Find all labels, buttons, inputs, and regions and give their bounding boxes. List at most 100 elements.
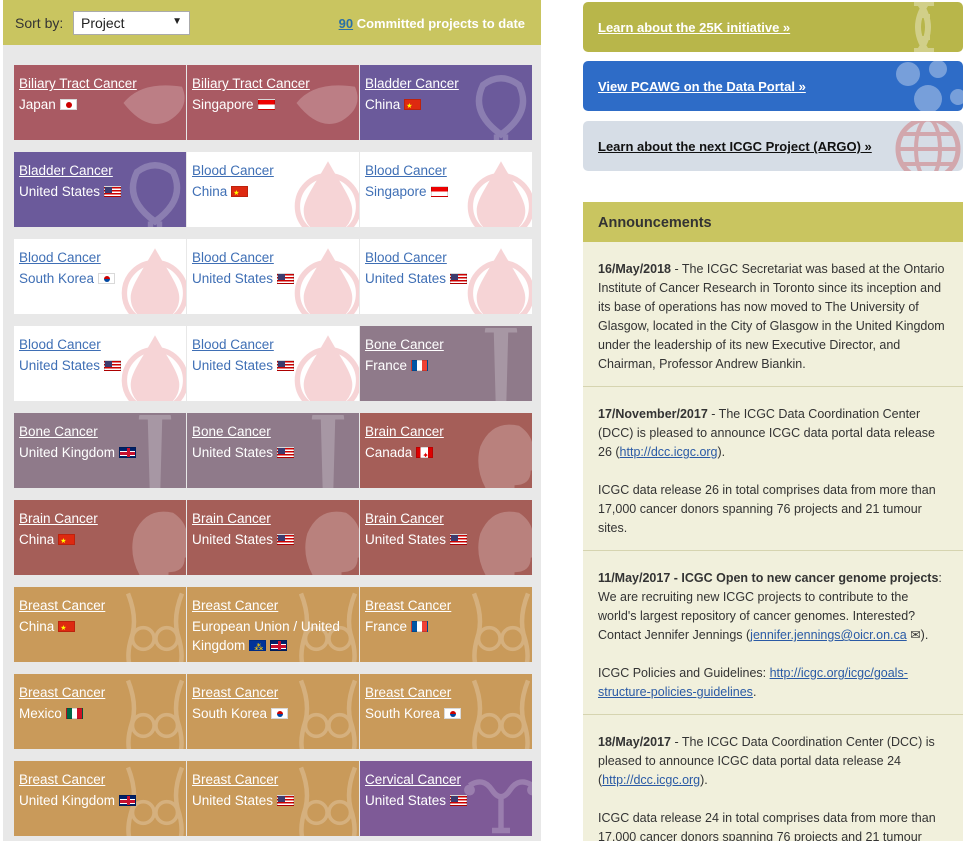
project-tile[interactable]: Bone Cancer France bbox=[360, 326, 532, 401]
pcawg-link[interactable]: View PCAWG on the Data Portal » bbox=[598, 79, 806, 94]
project-cancer-link[interactable]: Breast Cancer bbox=[365, 685, 451, 700]
mx-flag-icon bbox=[65, 708, 83, 719]
kr-flag-icon bbox=[271, 708, 289, 719]
us-flag-icon bbox=[450, 273, 468, 284]
project-tile[interactable]: Brain Cancer United States bbox=[360, 500, 532, 575]
pcawg-button[interactable]: View PCAWG on the Data Portal » bbox=[583, 61, 963, 111]
us-flag-icon bbox=[104, 360, 122, 371]
project-cancer-link[interactable]: Brain Cancer bbox=[365, 424, 444, 439]
email-link[interactable]: jennifer.jennings@oicr.on.ca bbox=[750, 628, 907, 642]
us-flag-icon bbox=[277, 447, 295, 458]
initiative-link[interactable]: Learn about the 25K initiative » bbox=[598, 20, 790, 35]
project-tile[interactable]: Blood Cancer United States bbox=[360, 239, 532, 314]
project-country: United States bbox=[192, 445, 274, 460]
dcc-link[interactable]: http://dcc.icgc.org bbox=[620, 445, 718, 459]
project-tile[interactable]: Blood Cancer United States bbox=[187, 326, 359, 401]
project-country: Singapore bbox=[192, 97, 254, 112]
project-tile[interactable]: Breast Cancer United States bbox=[187, 761, 359, 836]
gb-flag-icon bbox=[119, 795, 137, 806]
project-cancer-link[interactable]: Blood Cancer bbox=[192, 250, 274, 265]
project-tile[interactable]: Breast Cancer Mexico bbox=[14, 674, 186, 749]
project-cancer-link[interactable]: Blood Cancer bbox=[365, 250, 447, 265]
policies-tail: . bbox=[752, 685, 757, 699]
project-cancer-link[interactable]: Biliary Tract Cancer bbox=[19, 76, 137, 91]
announcement-item: 17/November/2017 - The ICGC Data Coordin… bbox=[583, 387, 963, 551]
project-tile[interactable]: Breast Cancer United Kingdom bbox=[14, 761, 186, 836]
project-country: South Korea bbox=[19, 271, 95, 286]
project-cancer-link[interactable]: Brain Cancer bbox=[365, 511, 444, 526]
project-cancer-link[interactable]: Blood Cancer bbox=[19, 337, 101, 352]
announcement-item: 18/May/2017 - The ICGC Data Coordination… bbox=[583, 715, 963, 841]
jp-flag-icon bbox=[59, 99, 77, 110]
announcement-detail: ICGC data release 26 in total comprises … bbox=[598, 483, 936, 535]
project-country: France bbox=[365, 619, 408, 634]
project-cancer-link[interactable]: Breast Cancer bbox=[19, 772, 105, 787]
project-cancer-link[interactable]: Breast Cancer bbox=[365, 598, 451, 613]
project-tile[interactable]: Breast Cancer China bbox=[14, 587, 186, 662]
project-tile[interactable]: Blood Cancer United States bbox=[187, 239, 359, 314]
globe-icon bbox=[895, 121, 961, 171]
project-cancer-link[interactable]: Cervical Cancer bbox=[365, 772, 461, 787]
project-tile[interactable]: Biliary Tract Cancer Singapore bbox=[187, 65, 359, 140]
announcements-panel: Announcements 16/May/2018 - The ICGC Sec… bbox=[583, 202, 963, 841]
project-country: France bbox=[365, 358, 408, 373]
project-tile[interactable]: Brain Cancer United States bbox=[187, 500, 359, 575]
project-cancer-link[interactable]: Breast Cancer bbox=[19, 598, 105, 613]
us-flag-icon bbox=[277, 360, 295, 371]
project-cancer-link[interactable]: Breast Cancer bbox=[192, 685, 278, 700]
project-country: South Korea bbox=[192, 706, 268, 721]
project-tile[interactable]: Blood Cancer China bbox=[187, 152, 359, 227]
project-country: United States bbox=[19, 184, 101, 199]
project-cancer-link[interactable]: Bone Cancer bbox=[192, 424, 271, 439]
project-tile[interactable]: Bladder Cancer United States bbox=[14, 152, 186, 227]
project-cancer-link[interactable]: Breast Cancer bbox=[19, 685, 105, 700]
cn-flag-icon bbox=[231, 186, 249, 197]
project-cancer-link[interactable]: Bladder Cancer bbox=[19, 163, 113, 178]
project-tile[interactable]: Blood Cancer United States bbox=[14, 326, 186, 401]
project-cancer-link[interactable]: Bladder Cancer bbox=[365, 76, 459, 91]
committed-count-link[interactable]: 90 bbox=[339, 16, 353, 31]
policies-label: ICGC Policies and Guidelines: bbox=[598, 666, 770, 680]
argo-link[interactable]: Learn about the next ICGC Project (ARGO)… bbox=[598, 139, 872, 154]
project-tile[interactable]: Bone Cancer United States bbox=[187, 413, 359, 488]
project-cancer-link[interactable]: Blood Cancer bbox=[365, 163, 447, 178]
project-tile[interactable]: Cervical Cancer United States bbox=[360, 761, 532, 836]
project-cancer-link[interactable]: Brain Cancer bbox=[19, 511, 98, 526]
dcc-link[interactable]: http://dcc.icgc.org bbox=[602, 773, 700, 787]
project-tile[interactable]: Breast Cancer South Korea bbox=[360, 674, 532, 749]
sort-select[interactable]: Project ▼ bbox=[73, 11, 190, 35]
project-country: Singapore bbox=[365, 184, 427, 199]
us-flag-icon bbox=[277, 534, 295, 545]
project-tile[interactable]: Bone Cancer United Kingdom bbox=[14, 413, 186, 488]
announcement-date: 11/May/2017 - ICGC Open to new cancer ge… bbox=[598, 571, 939, 585]
project-cancer-link[interactable]: Bone Cancer bbox=[365, 337, 444, 352]
project-tile[interactable]: Breast Cancer South Korea bbox=[187, 674, 359, 749]
project-cancer-link[interactable]: Breast Cancer bbox=[192, 598, 278, 613]
project-cancer-link[interactable]: Blood Cancer bbox=[192, 337, 274, 352]
eu-flag-icon bbox=[249, 640, 267, 651]
project-country: United Kingdom bbox=[19, 793, 116, 808]
project-tile[interactable]: Biliary Tract Cancer Japan bbox=[14, 65, 186, 140]
chevron-down-icon: ▼ bbox=[172, 16, 182, 27]
project-tile[interactable]: Bladder Cancer China bbox=[360, 65, 532, 140]
project-tile[interactable]: Blood Cancer South Korea bbox=[14, 239, 186, 314]
gb-flag-icon bbox=[119, 447, 137, 458]
project-tile[interactable]: Breast Cancer France bbox=[360, 587, 532, 662]
project-tile[interactable]: Breast Cancer European Union / United Kin… bbox=[187, 587, 359, 662]
announcement-item: 16/May/2018 - The ICGC Secretariat was b… bbox=[583, 242, 963, 387]
us-flag-icon bbox=[277, 795, 295, 806]
project-tile[interactable]: Blood Cancer Singapore bbox=[360, 152, 532, 227]
project-cancer-link[interactable]: Blood Cancer bbox=[19, 250, 101, 265]
project-cancer-link[interactable]: Blood Cancer bbox=[192, 163, 274, 178]
project-tile[interactable]: Brain Cancer China bbox=[14, 500, 186, 575]
announcement-date: 16/May/2018 bbox=[598, 262, 671, 276]
us-flag-icon bbox=[277, 273, 295, 284]
project-country: United States bbox=[365, 271, 447, 286]
project-cancer-link[interactable]: Bone Cancer bbox=[19, 424, 98, 439]
initiative-button[interactable]: Learn about the 25K initiative » bbox=[583, 2, 963, 52]
argo-button[interactable]: Learn about the next ICGC Project (ARGO)… bbox=[583, 121, 963, 171]
project-cancer-link[interactable]: Breast Cancer bbox=[192, 772, 278, 787]
project-cancer-link[interactable]: Brain Cancer bbox=[192, 511, 271, 526]
project-tile[interactable]: Brain Cancer Canada bbox=[360, 413, 532, 488]
project-cancer-link[interactable]: Biliary Tract Cancer bbox=[192, 76, 310, 91]
